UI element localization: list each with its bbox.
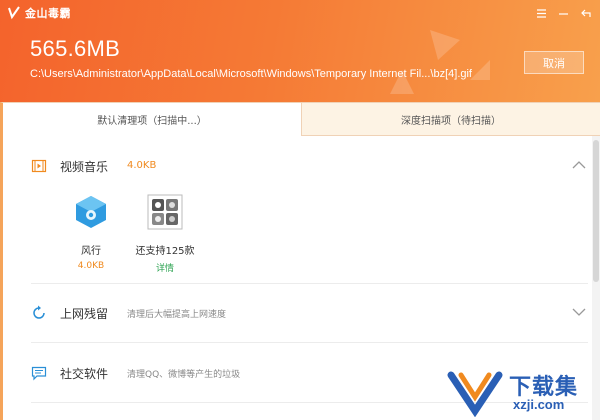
- logo-text: 金山毒霸: [25, 7, 71, 20]
- details-link[interactable]: 详情: [130, 261, 200, 274]
- section-video-music[interactable]: 视频音乐 4.0KB: [3, 151, 592, 181]
- back-button[interactable]: [574, 3, 596, 23]
- section-title: 视频音乐: [60, 160, 109, 174]
- more-apps-grid-icon: [147, 194, 183, 230]
- fengxing-app-icon: [76, 196, 106, 228]
- app-logo: 金山毒霸: [6, 5, 71, 21]
- scan-path: C:\Users\Administrator\AppData\Local\Mic…: [30, 68, 472, 80]
- section-title: 上网残留: [60, 307, 109, 321]
- menu-button[interactable]: [530, 3, 552, 23]
- menu-icon: [536, 8, 546, 18]
- decor-triangle: [470, 60, 490, 80]
- tab-bar: 默认清理项（扫描中...） 深度扫描项（待扫描）: [0, 102, 600, 136]
- video-music-icon: [31, 159, 47, 173]
- app-size: 4.0KB: [77, 261, 105, 271]
- chevron-down-icon[interactable]: [572, 307, 586, 317]
- tab-default-clean[interactable]: 默认清理项（扫描中...）: [0, 102, 302, 136]
- minimize-icon: [558, 12, 568, 15]
- section-desc: 清理后大幅提高上网速度: [127, 310, 227, 320]
- web-residue-icon: [33, 305, 45, 319]
- section-desc: 清理QQ、微博等产生的垃圾: [127, 370, 241, 380]
- scan-size: 565.6MB: [30, 36, 121, 61]
- section-title: 社交软件: [60, 367, 109, 381]
- watermark-url: xzji.com: [513, 397, 565, 412]
- app-item-fengxing[interactable]: 风行 4.0KB: [56, 194, 126, 271]
- social-software-icon: [31, 366, 47, 381]
- section-web-residue[interactable]: 上网残留 清理后大幅提高上网速度: [3, 298, 592, 328]
- cancel-button[interactable]: 取消: [524, 51, 584, 74]
- minimize-button[interactable]: [552, 3, 574, 23]
- app-item-more[interactable]: 还支持125款 详情: [130, 194, 200, 274]
- header-banner: 金山毒霸 565.6MB C:\Users\Administrator\AppD…: [0, 0, 600, 102]
- scrollbar-thumb[interactable]: [593, 140, 599, 282]
- watermark: 下载集 xzji.com: [445, 367, 595, 418]
- title-bar: 金山毒霸: [0, 0, 600, 26]
- section-size: 4.0KB: [127, 160, 157, 171]
- chevron-up-icon[interactable]: [572, 160, 586, 170]
- watermark-logo-icon: [447, 371, 503, 418]
- logo-icon: [8, 6, 20, 20]
- divider: [31, 283, 588, 284]
- app-name: 还支持125款: [135, 246, 195, 257]
- back-icon: [580, 9, 591, 17]
- decor-triangle: [430, 30, 460, 60]
- tab-deep-scan[interactable]: 深度扫描项（待扫描）: [302, 102, 600, 136]
- app-name: 风行: [81, 246, 101, 257]
- divider: [31, 342, 588, 343]
